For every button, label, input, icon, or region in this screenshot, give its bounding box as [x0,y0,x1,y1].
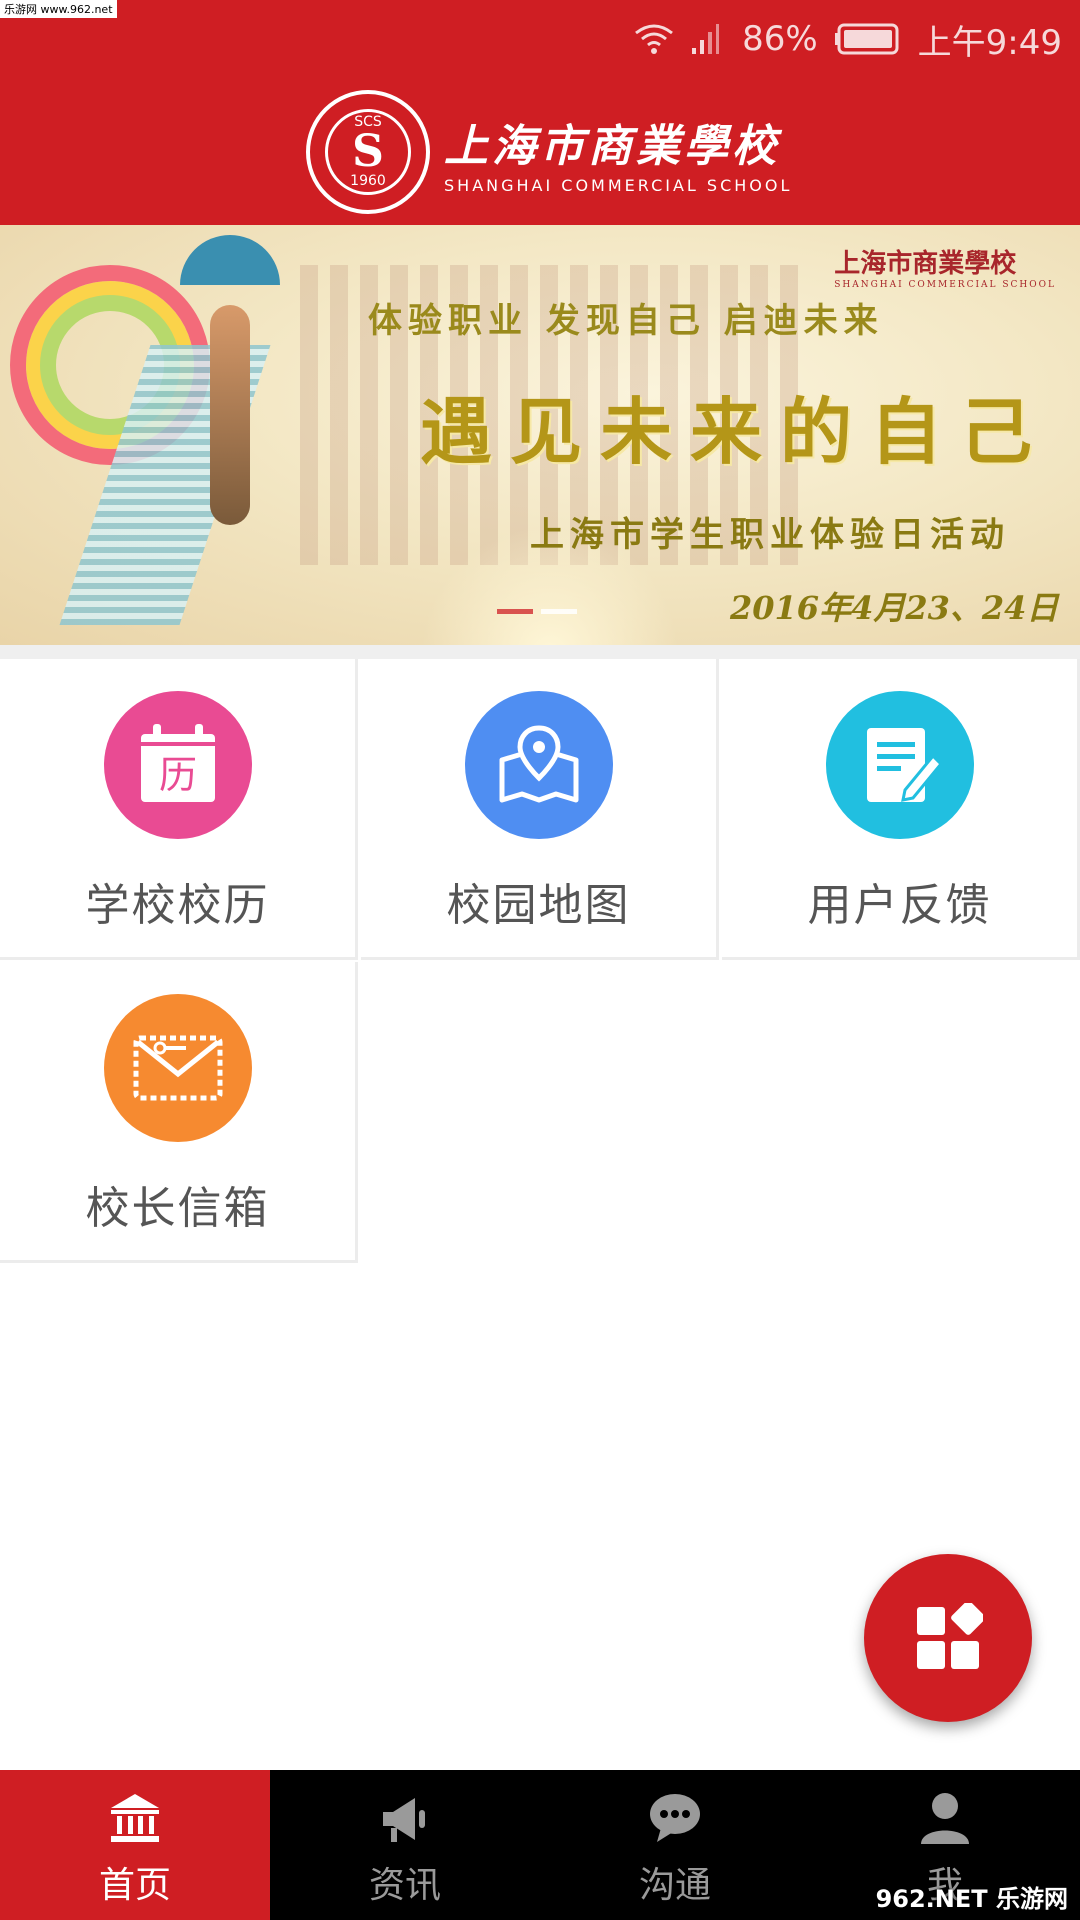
carousel-dot-1[interactable] [497,609,533,614]
tab-label: 资讯 [368,1865,441,1906]
corner-watermark: 962.NET 乐游网 [875,1885,1068,1913]
calendar-icon: 历 [103,691,252,839]
apps-fab-button[interactable] [864,1554,1032,1722]
banner-logo-cn: 上海市商業學校 [834,249,1017,279]
tab-communicate[interactable]: 沟通 [540,1770,810,1920]
battery-percent: 86% [742,19,818,59]
banner-date: 2016年4月23、24日 [730,589,1059,627]
grid-item-campus-map[interactable]: 校园地图 [361,659,719,960]
tab-news[interactable]: 资讯 [270,1770,540,1920]
map-pin-icon [464,691,613,839]
battery-icon [834,23,902,55]
person-illustration [210,305,250,525]
grid-item-calendar[interactable]: 历 学校校历 [0,659,358,960]
carousel-indicator[interactable] [497,609,577,614]
logo-chinese-name: 上海市商業學校 [444,120,780,172]
seal-year: 1960 [350,173,386,189]
school-logo: SCS S 1960 上海市商業學校 SHANGHAI COMMERCIAL S… [306,90,792,214]
banner-school-logo: 上海市商業學校 SHANGHAI COMMERCIAL SCHOOL [834,243,1056,290]
tab-label: 沟通 [638,1865,711,1906]
bottom-tab-bar: 首页 资讯 沟通 我 962.NET 乐游网 [0,1770,1080,1920]
grid-item-feedback[interactable]: 用户反馈 [722,659,1080,960]
promo-banner[interactable]: 上海市商業學校 SHANGHAI COMMERCIAL SCHOOL 体验职业 … [0,225,1080,645]
grid-item-label: 校园地图 [446,880,631,931]
user-icon [921,1793,969,1844]
signal-icon [690,22,720,56]
clock-time: 上午9:49 [917,22,1062,63]
status-bar: 86% 上午9:49 [634,14,1062,64]
app-header: 乐游网 www.962.net 86% 上午9:49 SCS S 1960 上海… [0,0,1080,225]
tab-home[interactable]: 首页 [0,1770,270,1920]
banner-slogan: 体验职业 发现自己 启迪未来 [368,301,884,341]
grid-item-label: 校长信箱 [85,1183,270,1234]
tab-label: 首页 [98,1865,171,1906]
bank-icon [111,1794,159,1842]
carousel-dot-2[interactable] [541,609,577,614]
feedback-edit-icon [825,691,974,839]
school-seal-icon: SCS S 1960 [306,90,430,214]
watermark-label: 乐游网 www.962.net [0,0,117,18]
logo-english-name: SHANGHAI COMMERCIAL SCHOOL [444,175,793,195]
grid-item-principal-mailbox[interactable]: 校长信箱 [0,962,358,1263]
section-divider [0,645,1080,659]
apps-grid-icon [917,1603,983,1669]
banner-logo-en: SHANGHAI COMMERCIAL SCHOOL [834,280,1056,290]
calendar-glyph: 历 [158,753,196,797]
chat-bubble-icon [650,1794,700,1842]
grid-item-label: 学校校历 [85,880,270,931]
banner-headline: 遇见未来的自己 [420,389,1051,474]
megaphone-icon [383,1798,425,1842]
wifi-icon [634,23,674,55]
banner-subhead: 上海市学生职业体验日活动 [530,515,1010,555]
mail-icon [103,994,252,1142]
umbrella-illustration [180,235,280,285]
grid-item-label: 用户反馈 [807,880,992,931]
